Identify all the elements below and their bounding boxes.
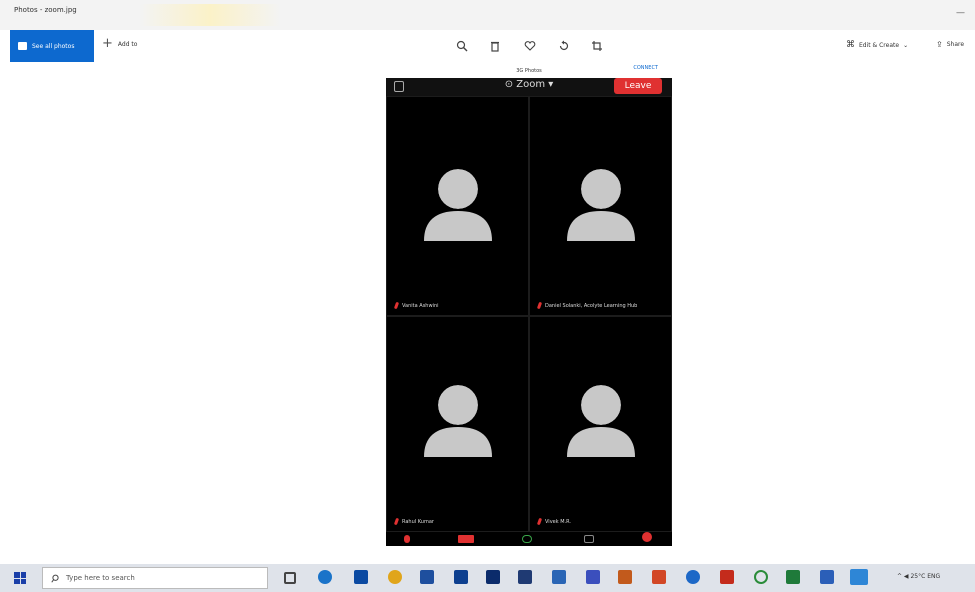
edit-create-label: Edit & Create bbox=[859, 41, 900, 49]
share-label: Share bbox=[946, 41, 965, 48]
task-view-icon[interactable] bbox=[284, 572, 296, 584]
muted-mic-icon bbox=[536, 517, 543, 526]
photos-toolbar: See all photos + Add to ⌘ Edit & Create … bbox=[0, 30, 975, 64]
add-to-button[interactable]: + Add to bbox=[102, 36, 138, 51]
see-all-photos-label: See all photos bbox=[32, 42, 75, 50]
edit-create-icon: ⌘ bbox=[846, 40, 855, 50]
share-screen-icon[interactable] bbox=[522, 535, 532, 543]
phone-top-label: 3G Photos bbox=[516, 68, 542, 74]
share-icon: ⇪ bbox=[936, 40, 943, 49]
app-icon[interactable] bbox=[754, 570, 768, 584]
excel-icon[interactable] bbox=[786, 570, 800, 584]
app-icon[interactable] bbox=[820, 570, 834, 584]
app-icon[interactable] bbox=[586, 570, 600, 584]
phone-top-right: CONNECT bbox=[633, 65, 658, 71]
heart-icon[interactable] bbox=[522, 38, 538, 54]
photos-app-icon[interactable] bbox=[850, 569, 868, 585]
chrome-icon[interactable] bbox=[388, 570, 402, 584]
windows-start-icon[interactable] bbox=[14, 572, 26, 584]
app-icon[interactable] bbox=[518, 570, 532, 584]
system-tray[interactable]: ^ ◀ 25°C ENG bbox=[897, 573, 940, 580]
leave-button[interactable]: Leave bbox=[614, 78, 662, 94]
participant-name: Rahul Kumar bbox=[393, 517, 434, 526]
photos-icon bbox=[18, 42, 27, 50]
video-off-icon[interactable] bbox=[458, 535, 474, 543]
minimize-button[interactable]: — bbox=[956, 8, 965, 18]
participant-name-text: Vivek M.R. bbox=[545, 518, 572, 525]
title-bar: Photos - zoom.jpg — bbox=[0, 0, 975, 30]
explorer-icon[interactable] bbox=[354, 570, 368, 584]
app-icon[interactable] bbox=[618, 570, 632, 584]
zoom-controls bbox=[386, 532, 672, 546]
more-icon[interactable] bbox=[642, 532, 652, 542]
app-icon[interactable] bbox=[552, 570, 566, 584]
participant-name-text: Daniel Solanki, Acolyte Learning Hub bbox=[545, 302, 638, 309]
participant-tile[interactable]: Vanita Ashwini bbox=[386, 96, 529, 316]
participant-tile[interactable]: Daniel Solanki, Acolyte Learning Hub bbox=[529, 96, 672, 316]
muted-mic-icon bbox=[393, 517, 400, 526]
mail-icon[interactable] bbox=[454, 570, 468, 584]
app-icon[interactable] bbox=[686, 570, 700, 584]
edge-icon[interactable] bbox=[318, 570, 332, 584]
participant-name: Daniel Solanki, Acolyte Learning Hub bbox=[536, 301, 638, 310]
search-icon bbox=[51, 574, 59, 583]
zoom-screenshot: 3G Photos CONNECT ⊙ Zoom ▾ Leave Vanita … bbox=[386, 64, 672, 546]
chevron-down-icon: ⌄ bbox=[903, 41, 909, 49]
share-button[interactable]: ⇪ Share bbox=[936, 40, 964, 49]
app-icon[interactable] bbox=[652, 570, 666, 584]
unmute-icon[interactable] bbox=[404, 535, 410, 543]
avatar-icon bbox=[566, 167, 635, 241]
rotate-icon[interactable] bbox=[556, 38, 572, 54]
avatar-icon bbox=[566, 383, 635, 457]
phone-status-bar: 3G Photos CONNECT bbox=[386, 64, 672, 78]
plus-icon: + bbox=[102, 36, 113, 51]
title-glow bbox=[140, 4, 280, 26]
participant-tile[interactable]: Vivek M.R. bbox=[529, 316, 672, 532]
participant-name-text: Vanita Ashwini bbox=[402, 302, 439, 309]
zoom-header: ⊙ Zoom ▾ Leave bbox=[386, 78, 672, 96]
participant-tile[interactable]: Rahul Kumar bbox=[386, 316, 529, 532]
delete-icon[interactable] bbox=[487, 38, 503, 54]
windows-taskbar: Type here to search ^ ◀ 25°C ENG bbox=[0, 564, 975, 592]
participant-name: Vivek M.R. bbox=[536, 517, 572, 526]
avatar-icon bbox=[423, 167, 492, 241]
participant-name: Vanita Ashwini bbox=[393, 301, 439, 310]
participants-icon[interactable] bbox=[584, 535, 594, 543]
search-placeholder: Type here to search bbox=[66, 574, 135, 582]
avatar-icon bbox=[423, 383, 492, 457]
add-to-label: Add to bbox=[117, 40, 138, 48]
store-icon[interactable] bbox=[420, 570, 434, 584]
participant-name-text: Rahul Kumar bbox=[402, 518, 434, 525]
crop-icon[interactable] bbox=[589, 38, 605, 54]
muted-mic-icon bbox=[393, 301, 400, 310]
see-all-photos-button[interactable]: See all photos bbox=[10, 30, 94, 62]
edit-create-button[interactable]: ⌘ Edit & Create ⌄ bbox=[846, 40, 908, 50]
muted-mic-icon bbox=[536, 301, 543, 310]
app-icon[interactable] bbox=[720, 570, 734, 584]
zoom-icon[interactable] bbox=[454, 38, 470, 54]
document-icon[interactable] bbox=[486, 570, 500, 584]
window-title: Photos - zoom.jpg bbox=[14, 6, 77, 14]
taskbar-search-box[interactable]: Type here to search bbox=[42, 567, 268, 589]
